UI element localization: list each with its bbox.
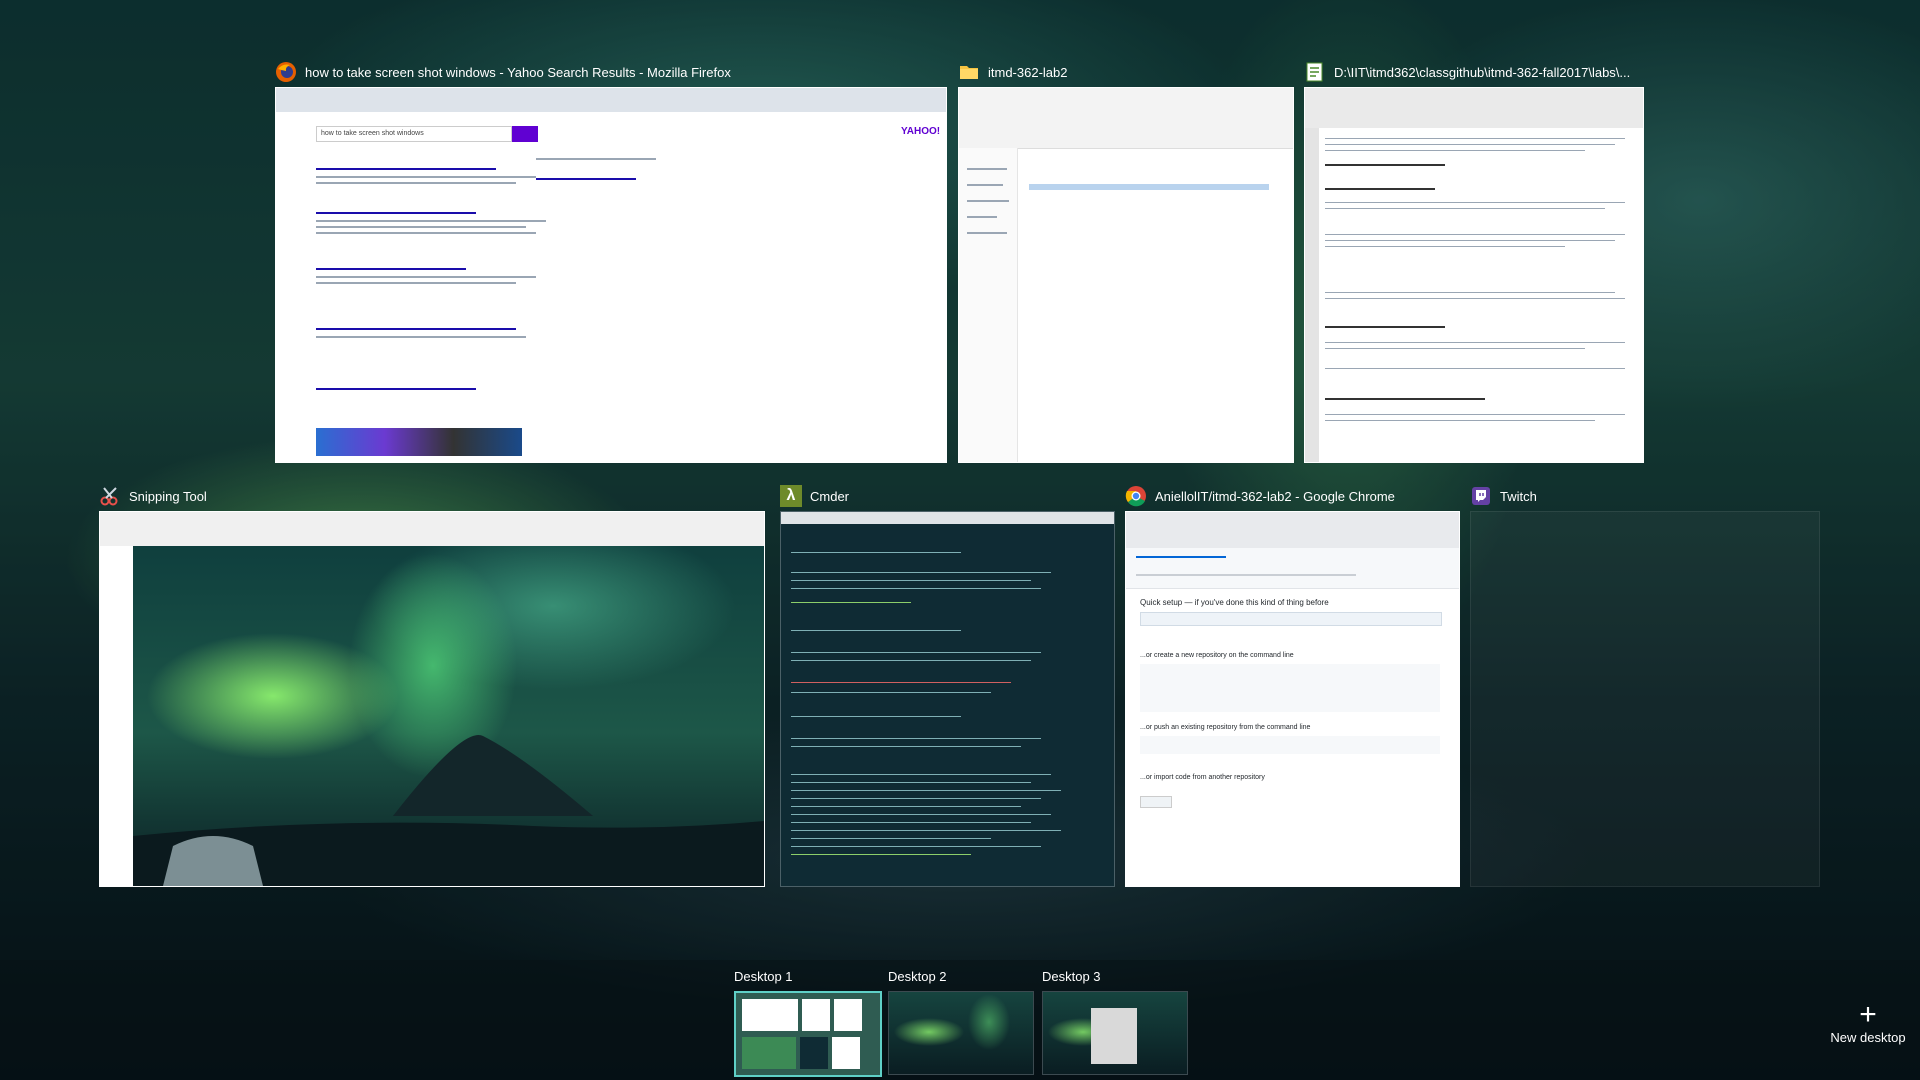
new-desktop-label: New desktop (1830, 1030, 1906, 1045)
window-thumbnail[interactable] (1470, 511, 1820, 887)
github-push-heading: ...or push an existing repository from t… (1140, 724, 1311, 731)
window-thumbnail[interactable] (99, 511, 765, 887)
window-thumbnail[interactable] (780, 511, 1115, 887)
window-header: D:\IIT\itmd362\classgithub\itmd-362-fall… (1304, 57, 1644, 87)
window-file-explorer[interactable]: itmd-362-lab2 (958, 57, 1294, 463)
github-create-heading: ...or create a new repository on the com… (1140, 652, 1294, 659)
window-title: AniellolIT/itmd-362-lab2 - Google Chrome (1155, 488, 1395, 504)
search-input: how to take screen shot windows (316, 126, 512, 142)
window-title: itmd-362-lab2 (988, 64, 1068, 80)
window-firefox[interactable]: how to take screen shot windows - Yahoo … (275, 57, 947, 463)
window-header: Twitch (1470, 481, 1820, 511)
yahoo-logo: YAHOO! (901, 126, 941, 137)
window-chrome[interactable]: AniellolIT/itmd-362-lab2 - Google Chrome… (1125, 481, 1460, 887)
github-quick-setup: Quick setup — if you've done this kind o… (1140, 598, 1329, 607)
window-snipping-tool[interactable]: Snipping Tool (99, 481, 765, 887)
window-title: D:\IIT\itmd362\classgithub\itmd-362-fall… (1334, 64, 1631, 80)
lambda-icon: λ (780, 485, 802, 507)
window-notepad-plus-plus[interactable]: D:\IIT\itmd362\classgithub\itmd-362-fall… (1304, 57, 1644, 463)
window-title: Cmder (810, 488, 850, 504)
window-thumbnail[interactable]: how to take screen shot windows YAHOO! (275, 87, 947, 463)
scissors-icon (99, 485, 121, 507)
desktop-1[interactable]: Desktop 1 (734, 967, 882, 1077)
desktop-label: Desktop 1 (734, 969, 793, 984)
github-import-heading: ...or import code from another repositor… (1140, 774, 1265, 781)
window-header: how to take screen shot windows - Yahoo … (275, 57, 947, 87)
desktop-label: Desktop 3 (1042, 969, 1101, 984)
twitch-icon (1470, 485, 1492, 507)
search-icon (512, 126, 538, 142)
firefox-icon (275, 61, 297, 83)
window-title: Snipping Tool (129, 488, 207, 504)
window-title: how to take screen shot windows - Yahoo … (305, 64, 731, 80)
desktop-label: Desktop 2 (888, 969, 947, 984)
desktop-thumbnail[interactable] (888, 991, 1034, 1075)
window-header: itmd-362-lab2 (958, 57, 1294, 87)
window-header: λ Cmder (780, 481, 1115, 511)
window-thumbnail[interactable] (1304, 87, 1644, 463)
desktop-thumbnail[interactable] (734, 991, 882, 1077)
window-thumbnail[interactable] (958, 87, 1294, 463)
window-title: Twitch (1500, 488, 1537, 504)
desktop-2[interactable]: Desktop 2 (888, 967, 1034, 1075)
new-desktop-button[interactable]: + New desktop (1818, 998, 1918, 1046)
desktop-thumbnail[interactable] (1042, 991, 1188, 1075)
window-header: AniellolIT/itmd-362-lab2 - Google Chrome (1125, 481, 1460, 511)
window-cmder[interactable]: λ Cmder (780, 481, 1115, 887)
desktop-3[interactable]: Desktop 3 (1042, 967, 1188, 1075)
plus-icon: + (1859, 998, 1877, 1031)
folder-icon (958, 61, 980, 83)
window-thumbnail[interactable]: Quick setup — if you've done this kind o… (1125, 511, 1460, 887)
window-header: Snipping Tool (99, 481, 765, 511)
chrome-icon (1125, 485, 1147, 507)
notepad-plus-icon (1304, 61, 1326, 83)
window-twitch[interactable]: Twitch (1470, 481, 1820, 887)
